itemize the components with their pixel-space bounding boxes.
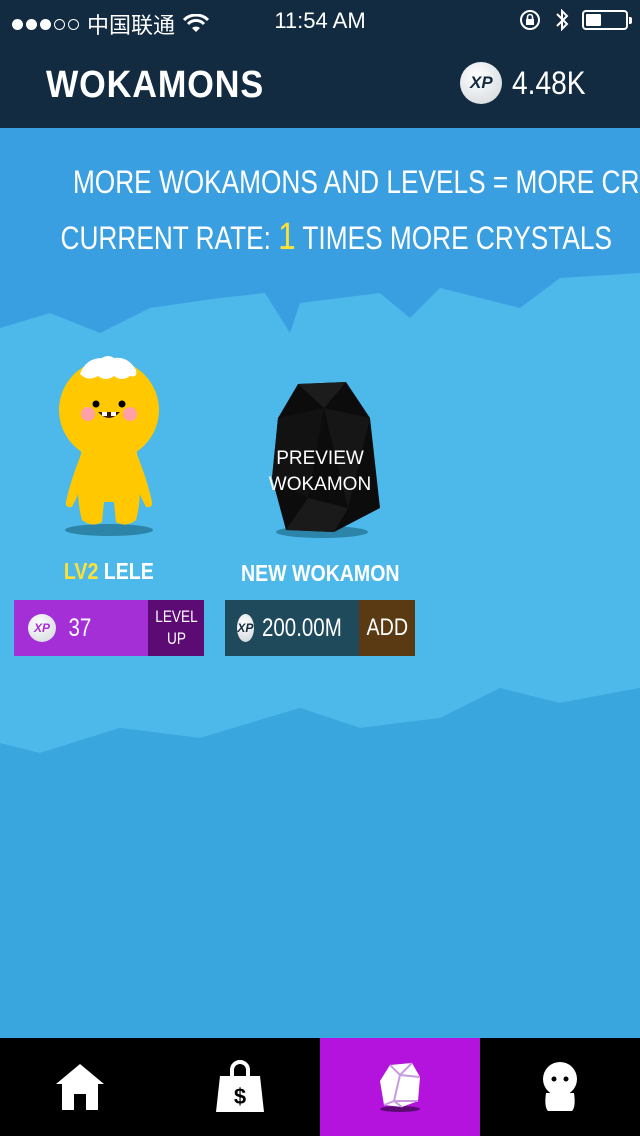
- rate-prefix: CURRENT RATE:: [60, 220, 271, 256]
- crystals-headline: MORE WOKAMONS AND LEVELS = MORE CRYSTALS: [72, 164, 640, 200]
- level-up-button[interactable]: LEVEL UP: [148, 600, 204, 656]
- preview-wokamon-label[interactable]: PREVIEW WOKAMON: [256, 446, 384, 498]
- xp-coin-icon: XP: [237, 614, 254, 642]
- app-header: WOKAMONS XP 4.48K: [0, 40, 640, 128]
- lele-monster[interactable]: [52, 352, 164, 538]
- shopping-bag-icon: $: [216, 1060, 264, 1112]
- add-wokamon-control: XP 200.00M ADD: [225, 600, 415, 656]
- nav-home[interactable]: [0, 1038, 160, 1136]
- lele-name: LELE: [103, 558, 154, 584]
- level-up-cost[interactable]: XP 37: [14, 600, 148, 656]
- xp-balance: XP 4.48K: [460, 62, 596, 104]
- house-icon: [56, 1064, 104, 1110]
- crystal-icon: [380, 1062, 421, 1112]
- lele-level: LV2: [64, 558, 99, 584]
- bluetooth-icon: [556, 8, 569, 32]
- nav-wokamons[interactable]: [320, 1038, 480, 1136]
- level-up-control: XP 37 LEVEL UP: [14, 600, 204, 656]
- xp-coin-icon: XP: [28, 614, 56, 642]
- page-title: WOKAMONS: [46, 64, 265, 106]
- rate-suffix: TIMES MORE CRYSTALS: [302, 220, 612, 256]
- main-area: MORE WOKAMONS AND LEVELS = MORE CRYSTALS…: [0, 128, 640, 1038]
- current-rate-line: CURRENT RATE: 1 TIMES MORE CRYSTALS: [0, 216, 640, 259]
- nav-shop[interactable]: $: [160, 1038, 320, 1136]
- rotation-lock-icon: [520, 10, 540, 30]
- svg-text:$: $: [234, 1084, 246, 1109]
- avatar-icon: [543, 1062, 577, 1111]
- add-button[interactable]: ADD: [359, 600, 415, 656]
- bottom-nav: $: [0, 1038, 640, 1136]
- lele-name-label: LV2 LELE: [14, 558, 204, 585]
- xp-total: 4.48K: [512, 64, 586, 101]
- add-wokamon-cost[interactable]: XP 200.00M: [225, 600, 359, 656]
- level-up-xp-cost: 37: [68, 613, 92, 642]
- nav-profile[interactable]: [480, 1038, 640, 1136]
- add-wokamon-xp-cost: 200.00M: [261, 613, 342, 642]
- battery-icon: [582, 10, 632, 30]
- new-wokamon-label: NEW WOKAMON: [240, 560, 400, 586]
- status-bar: 中国联通 11:54 AM: [0, 0, 640, 40]
- xp-coin-icon: XP: [460, 62, 503, 104]
- rate-value: 1: [278, 216, 296, 258]
